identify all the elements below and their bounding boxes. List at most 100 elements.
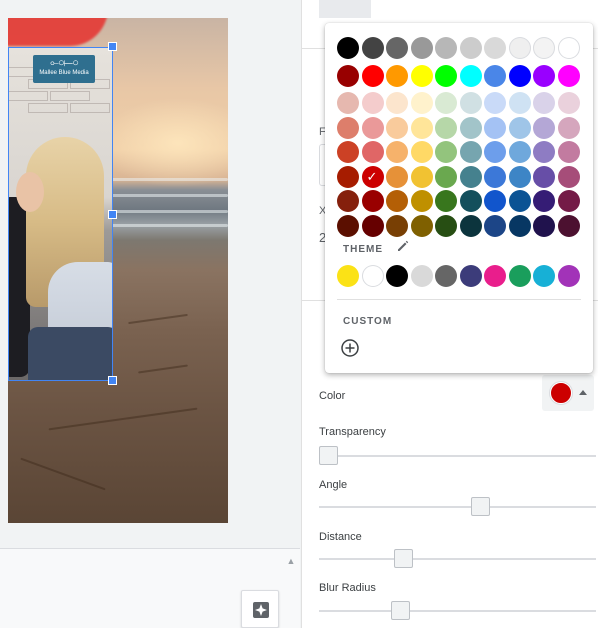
theme-color-swatch[interactable]	[557, 265, 580, 287]
distance-slider-thumb[interactable]	[393, 549, 413, 568]
color-swatch[interactable]	[484, 214, 506, 237]
color-swatch[interactable]	[533, 141, 555, 163]
angle-slider-thumb[interactable]	[471, 497, 491, 516]
color-swatch[interactable]	[533, 214, 555, 237]
color-swatch[interactable]	[435, 214, 457, 237]
transparency-slider-thumb[interactable]	[319, 446, 338, 465]
color-swatch[interactable]	[508, 141, 531, 163]
color-swatch[interactable]	[557, 92, 580, 114]
color-swatch[interactable]	[435, 165, 457, 188]
color-swatch[interactable]	[410, 116, 433, 139]
color-swatch[interactable]	[484, 141, 506, 163]
color-swatch[interactable]	[410, 165, 433, 188]
color-swatch[interactable]	[557, 190, 580, 212]
theme-color-swatch[interactable]	[459, 265, 482, 287]
color-swatch[interactable]	[508, 92, 531, 114]
color-swatch[interactable]	[361, 190, 384, 212]
color-swatch[interactable]	[533, 116, 555, 139]
color-swatch[interactable]	[410, 214, 433, 237]
color-swatch[interactable]	[361, 64, 384, 87]
color-swatch[interactable]	[435, 92, 457, 114]
theme-color-swatch[interactable]	[337, 265, 359, 287]
color-swatch[interactable]	[557, 64, 580, 87]
color-swatch[interactable]	[386, 92, 408, 114]
theme-color-swatch[interactable]	[508, 265, 531, 287]
color-swatch[interactable]	[386, 165, 408, 188]
slide-canvas[interactable]: ⟜○⟝○ Mallee Blue Media ▲	[0, 0, 300, 628]
theme-color-swatch[interactable]	[484, 265, 506, 287]
color-swatch[interactable]	[386, 37, 408, 59]
color-swatch[interactable]	[386, 214, 408, 237]
color-swatch[interactable]	[337, 37, 359, 59]
color-swatch[interactable]	[484, 165, 506, 188]
color-swatch[interactable]	[435, 64, 457, 87]
transparency-slider-track[interactable]	[319, 455, 596, 457]
color-swatch[interactable]	[508, 190, 531, 212]
color-swatch[interactable]	[508, 165, 531, 188]
color-swatch[interactable]	[508, 64, 531, 87]
panel-top-button[interactable]	[319, 0, 371, 18]
color-swatch[interactable]	[386, 116, 408, 139]
color-swatch[interactable]	[361, 116, 384, 139]
color-swatch[interactable]	[459, 37, 482, 59]
color-swatch[interactable]	[386, 141, 408, 163]
blur-radius-slider-track[interactable]	[319, 610, 596, 612]
color-swatch[interactable]	[459, 116, 482, 139]
color-swatch[interactable]: ✓	[361, 165, 384, 188]
color-swatch[interactable]	[533, 64, 555, 87]
color-swatch[interactable]	[484, 190, 506, 212]
color-swatch[interactable]	[484, 92, 506, 114]
color-swatch[interactable]	[459, 190, 482, 212]
color-swatch[interactable]	[435, 37, 457, 59]
theme-color-swatch[interactable]	[533, 265, 555, 287]
scroll-up-arrow-icon[interactable]: ▲	[285, 555, 297, 567]
color-swatch[interactable]	[533, 92, 555, 114]
resize-handle-right[interactable]	[108, 210, 117, 219]
theme-color-swatch[interactable]	[361, 265, 384, 287]
color-swatch[interactable]	[484, 37, 506, 59]
add-custom-color-icon[interactable]	[340, 338, 360, 358]
color-swatch[interactable]	[337, 64, 359, 87]
color-swatch[interactable]	[484, 64, 506, 87]
color-swatch[interactable]	[337, 141, 359, 163]
color-swatch[interactable]	[533, 37, 555, 59]
angle-slider-track[interactable]	[319, 506, 596, 508]
theme-color-swatch[interactable]	[410, 265, 433, 287]
color-swatch[interactable]	[557, 214, 580, 237]
color-swatch[interactable]	[410, 64, 433, 87]
color-swatch[interactable]	[557, 37, 580, 59]
color-swatch[interactable]	[459, 141, 482, 163]
color-swatch[interactable]	[557, 165, 580, 188]
color-swatch[interactable]	[386, 190, 408, 212]
color-swatch[interactable]	[337, 214, 359, 237]
color-swatch[interactable]	[508, 116, 531, 139]
color-swatch[interactable]	[508, 214, 531, 237]
color-swatch[interactable]	[459, 214, 482, 237]
color-swatch[interactable]	[337, 92, 359, 114]
color-swatch[interactable]	[484, 116, 506, 139]
color-swatch[interactable]	[435, 190, 457, 212]
color-swatch[interactable]	[557, 116, 580, 139]
color-swatch[interactable]	[337, 165, 359, 188]
color-swatch[interactable]	[508, 37, 531, 59]
color-swatch[interactable]	[410, 190, 433, 212]
explore-button[interactable]	[241, 590, 279, 628]
color-swatch[interactable]	[337, 116, 359, 139]
color-swatch[interactable]	[435, 116, 457, 139]
color-swatch[interactable]	[459, 165, 482, 188]
color-swatch[interactable]	[435, 141, 457, 163]
edit-theme-pencil-icon[interactable]	[396, 239, 410, 253]
theme-color-swatch[interactable]	[435, 265, 457, 287]
distance-slider-track[interactable]	[319, 558, 596, 560]
color-swatch[interactable]	[361, 37, 384, 59]
color-swatch[interactable]	[533, 190, 555, 212]
color-swatch[interactable]	[410, 141, 433, 163]
color-swatch[interactable]	[386, 64, 408, 87]
color-swatch[interactable]	[361, 141, 384, 163]
resize-handle-top-right[interactable]	[108, 42, 117, 51]
color-swatch[interactable]	[361, 214, 384, 237]
color-swatch[interactable]	[410, 37, 433, 59]
color-swatch[interactable]	[361, 92, 384, 114]
blur-radius-slider-thumb[interactable]	[391, 601, 411, 620]
color-swatch[interactable]	[459, 92, 482, 114]
